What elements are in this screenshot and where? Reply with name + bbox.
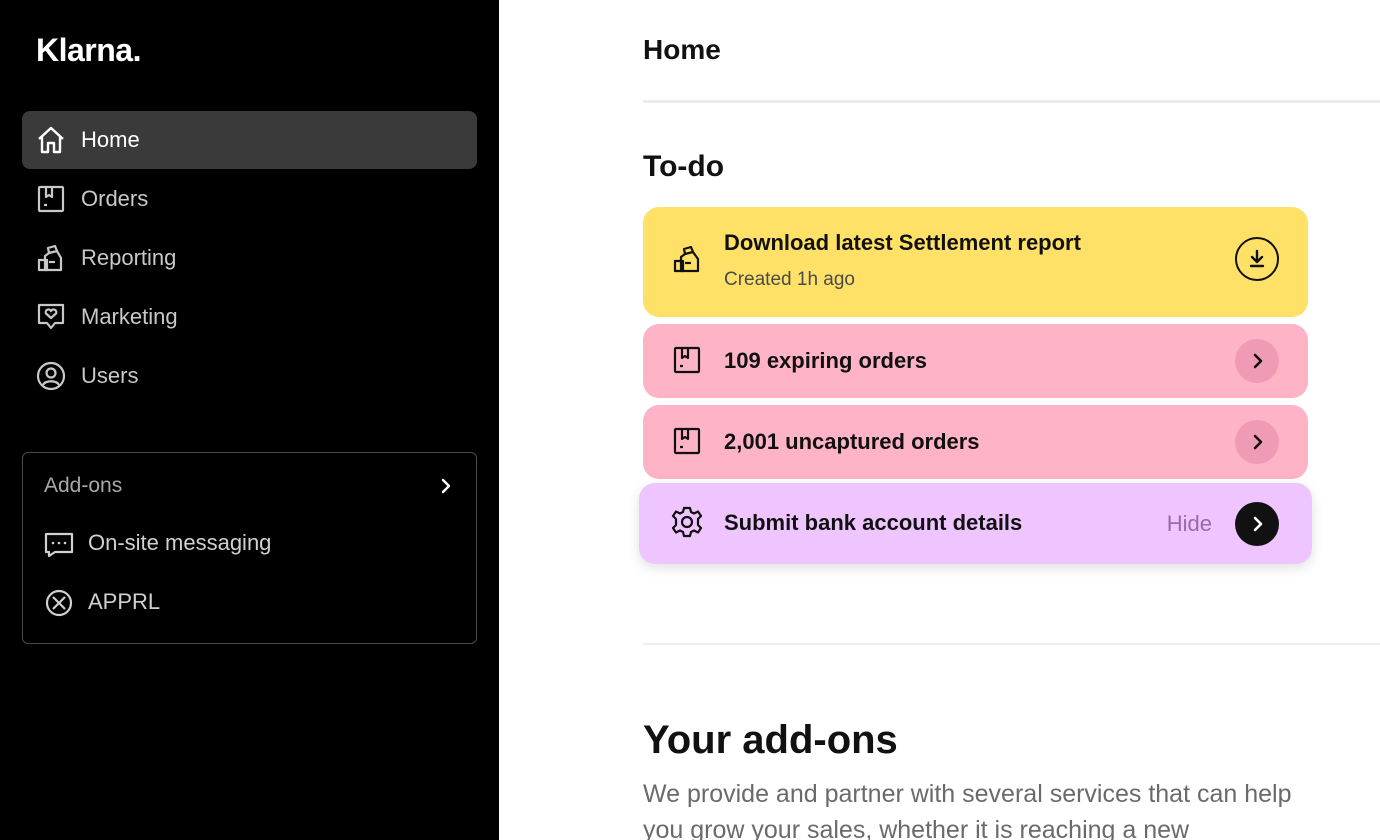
addon-label: APPRL <box>88 589 161 614</box>
home-icon <box>38 126 64 154</box>
sidebar-item-orders[interactable]: Orders <box>22 170 477 228</box>
todo-card-uncaptured-orders[interactable]: 2,001 uncaptured orders <box>643 405 1308 479</box>
users-icon <box>36 361 66 391</box>
apprl-icon <box>45 589 73 617</box>
sidebar-item-reporting[interactable]: Reporting <box>22 229 477 287</box>
chevron-right-icon <box>1253 516 1263 532</box>
card-title: 2,001 uncaptured orders <box>724 429 980 454</box>
open-button[interactable] <box>1235 420 1279 464</box>
chevron-right-icon[interactable] <box>436 476 456 496</box>
card-title: Submit bank account details <box>724 510 1023 535</box>
todo-card-bank-account[interactable]: Submit bank account details Hide <box>639 483 1312 564</box>
sidebar-item-label: Orders <box>81 186 149 211</box>
open-button[interactable] <box>1235 339 1279 383</box>
sidebar-item-label: Users <box>81 363 139 388</box>
money-bag-icon <box>673 245 700 273</box>
chat-bubble-icon <box>44 532 74 558</box>
todo-heading: To-do <box>643 150 725 183</box>
chevron-right-icon <box>1253 353 1263 369</box>
addon-item-apprl[interactable]: APPRL <box>23 577 476 627</box>
sidebar-item-label: Reporting <box>81 245 177 270</box>
sidebar: Klarna. Home Orders Reporting Marketing <box>0 0 499 840</box>
hide-link[interactable]: Hide <box>1167 510 1212 538</box>
card-title: 109 expiring orders <box>724 348 927 373</box>
addons-panel: Add-ons On-site messaging APPRL <box>22 452 477 644</box>
orders-icon <box>673 346 701 374</box>
addons-section-text: We provide and partner with several serv… <box>643 780 1292 840</box>
chevron-right-icon <box>1253 434 1263 450</box>
addons-section-heading: Your add-ons <box>643 718 898 762</box>
sidebar-item-home[interactable]: Home <box>22 111 477 169</box>
page-title: Home <box>643 34 721 65</box>
orders-icon <box>673 427 701 455</box>
addon-label: On-site messaging <box>88 530 272 555</box>
addons-title[interactable]: Add-ons <box>44 473 122 499</box>
todo-card-expiring-orders[interactable]: 109 expiring orders <box>643 324 1308 398</box>
sidebar-item-users[interactable]: Users <box>22 347 477 405</box>
orders-icon <box>37 185 65 213</box>
addon-item-onsite-messaging[interactable]: On-site messaging <box>23 518 476 568</box>
sidebar-item-label: Home <box>81 127 140 152</box>
sidebar-item-label: Marketing <box>81 304 178 329</box>
card-subtitle: Created 1h ago <box>724 269 855 290</box>
open-button[interactable] <box>1235 502 1279 546</box>
download-icon <box>1249 249 1265 268</box>
gear-icon <box>671 506 703 538</box>
download-button[interactable] <box>1235 237 1279 281</box>
divider <box>643 643 1380 645</box>
klarna-logo[interactable]: Klarna. <box>36 32 141 69</box>
todo-card-settlement-report[interactable]: Download latest Settlement report Create… <box>643 207 1308 317</box>
marketing-icon <box>37 303 65 330</box>
card-title: Download latest Settlement report <box>724 230 1081 255</box>
divider <box>643 100 1380 103</box>
sidebar-item-marketing[interactable]: Marketing <box>22 288 477 346</box>
reporting-icon <box>37 244 63 272</box>
